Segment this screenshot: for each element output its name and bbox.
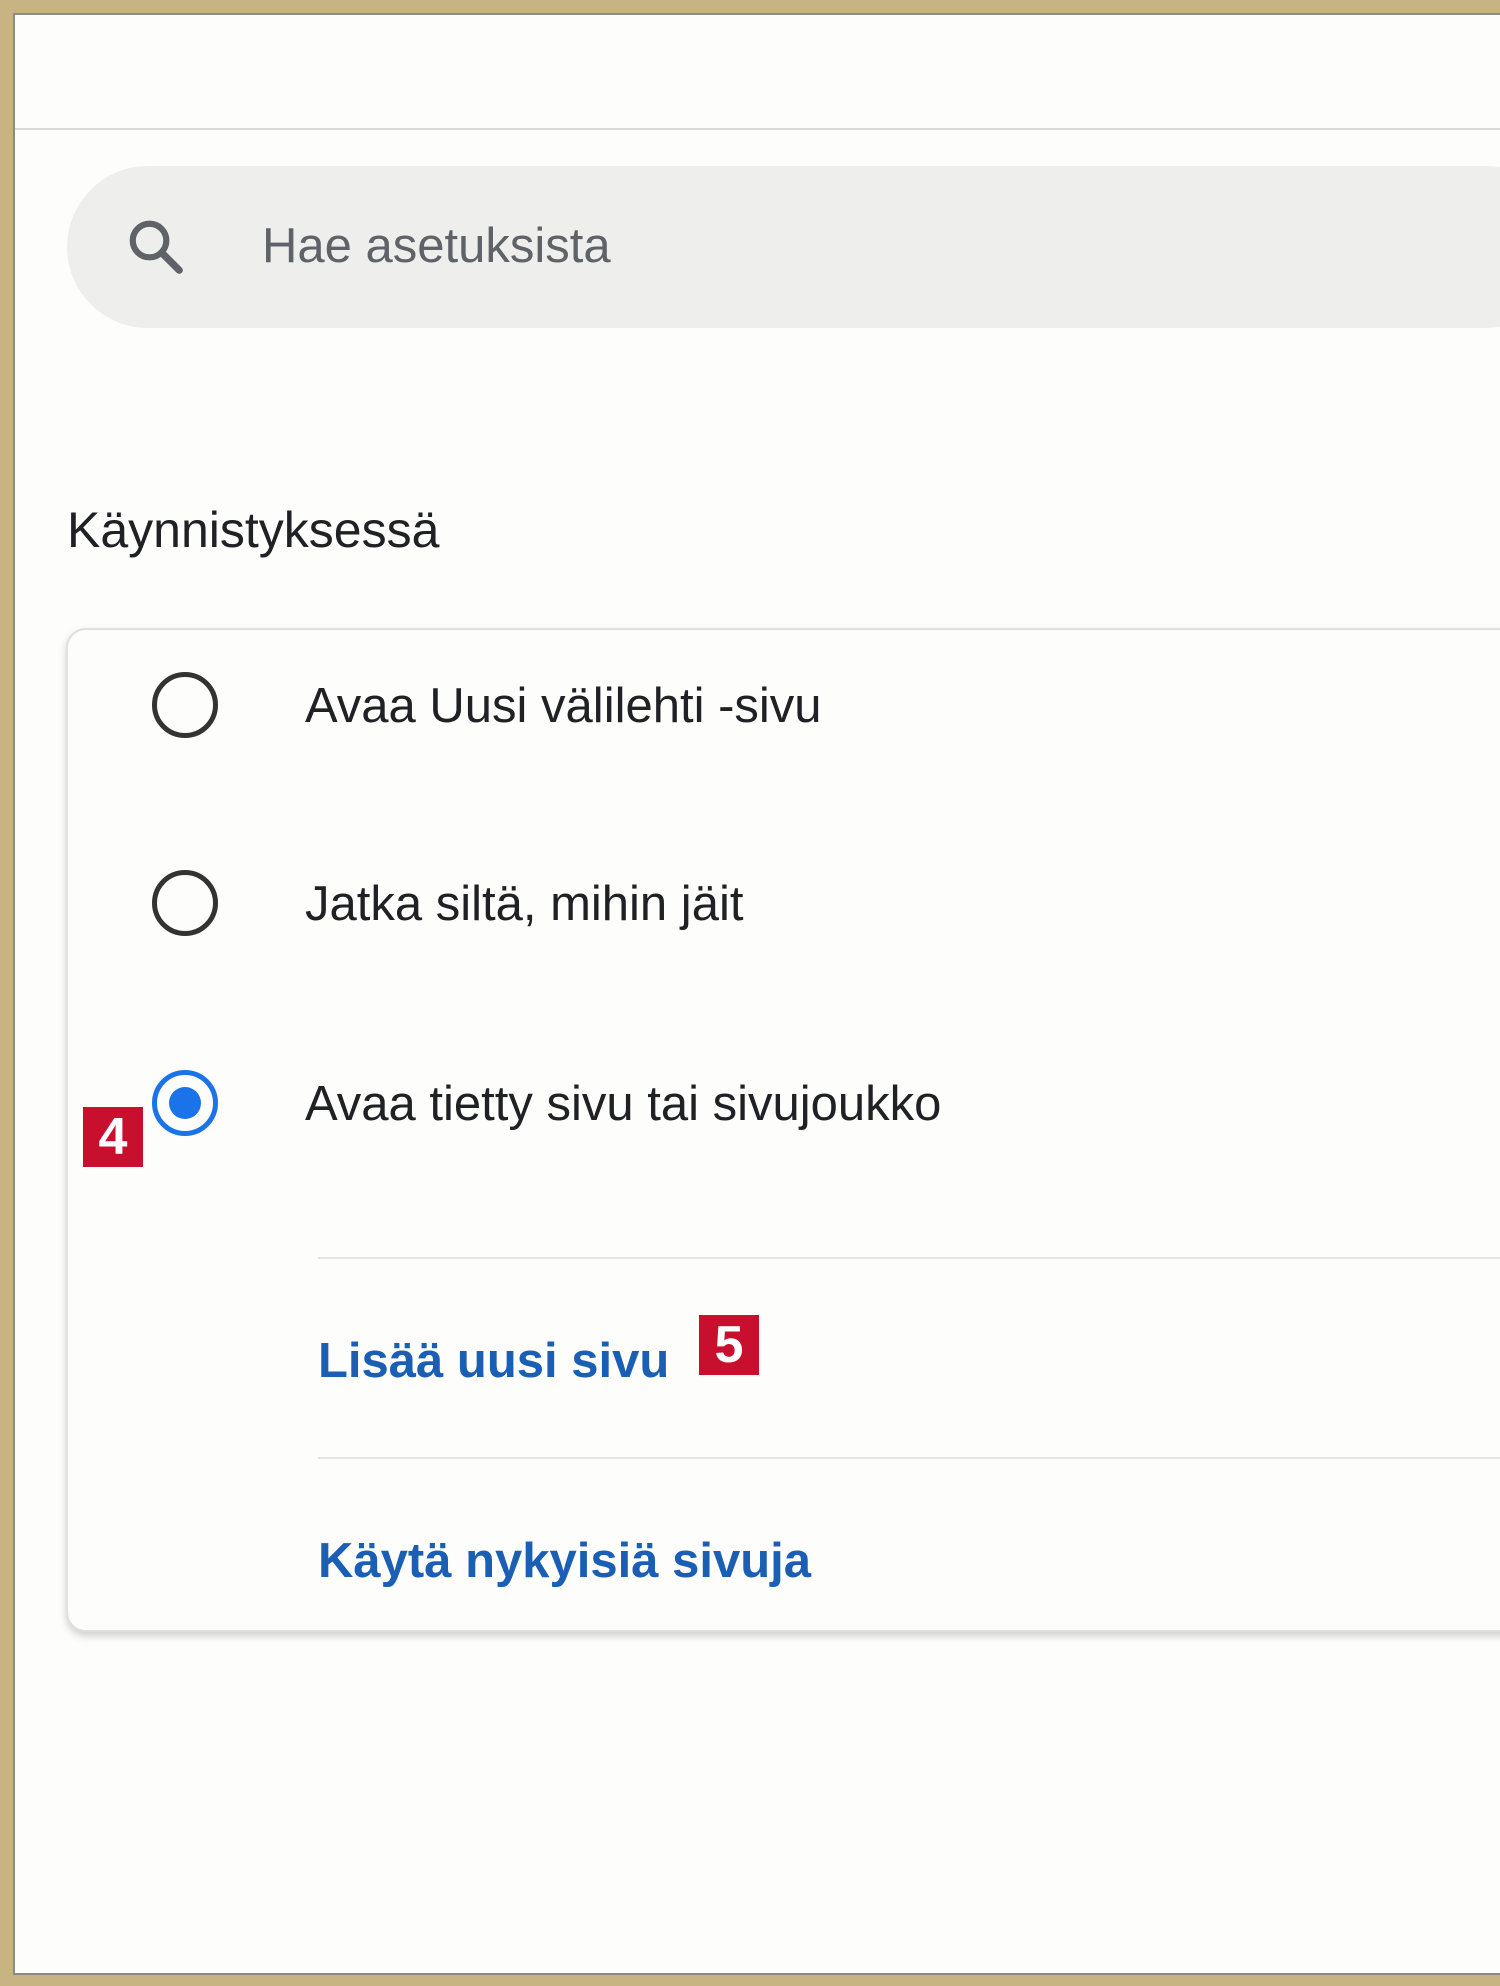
settings-window: Käynnistyksessä Avaa Uusi välilehti -siv…: [13, 13, 1500, 1975]
option-new-tab[interactable]: Avaa Uusi välilehti -sivu: [68, 650, 1468, 760]
search-icon[interactable]: [125, 216, 187, 278]
callout-badge-4: 4: [83, 1107, 143, 1167]
divider: [318, 1457, 1500, 1459]
search-box[interactable]: [67, 166, 1500, 328]
option-new-tab-label: Avaa Uusi välilehti -sivu: [305, 679, 822, 733]
radio-specific-pages[interactable]: [152, 1070, 218, 1136]
search-input[interactable]: [262, 211, 1162, 281]
option-specific-pages-label: Avaa tietty sivu tai sivujoukko: [305, 1077, 942, 1131]
option-specific-pages[interactable]: Avaa tietty sivu tai sivujoukko: [68, 1048, 1468, 1158]
add-new-page-link[interactable]: Lisää uusi sivu: [318, 1333, 669, 1389]
startup-options-card: Avaa Uusi välilehti -sivu Jatka siltä, m…: [66, 628, 1500, 1632]
option-continue[interactable]: Jatka siltä, mihin jäit: [68, 848, 1468, 958]
option-continue-label: Jatka siltä, mihin jäit: [305, 877, 744, 931]
callout-badge-5: 5: [699, 1315, 759, 1375]
top-bar: [15, 15, 1500, 130]
section-title-startup: Käynnistyksessä: [67, 502, 440, 558]
radio-new-tab[interactable]: [152, 672, 218, 738]
use-current-pages-link[interactable]: Käytä nykyisiä sivuja: [318, 1533, 811, 1589]
divider: [318, 1257, 1500, 1259]
radio-continue[interactable]: [152, 870, 218, 936]
